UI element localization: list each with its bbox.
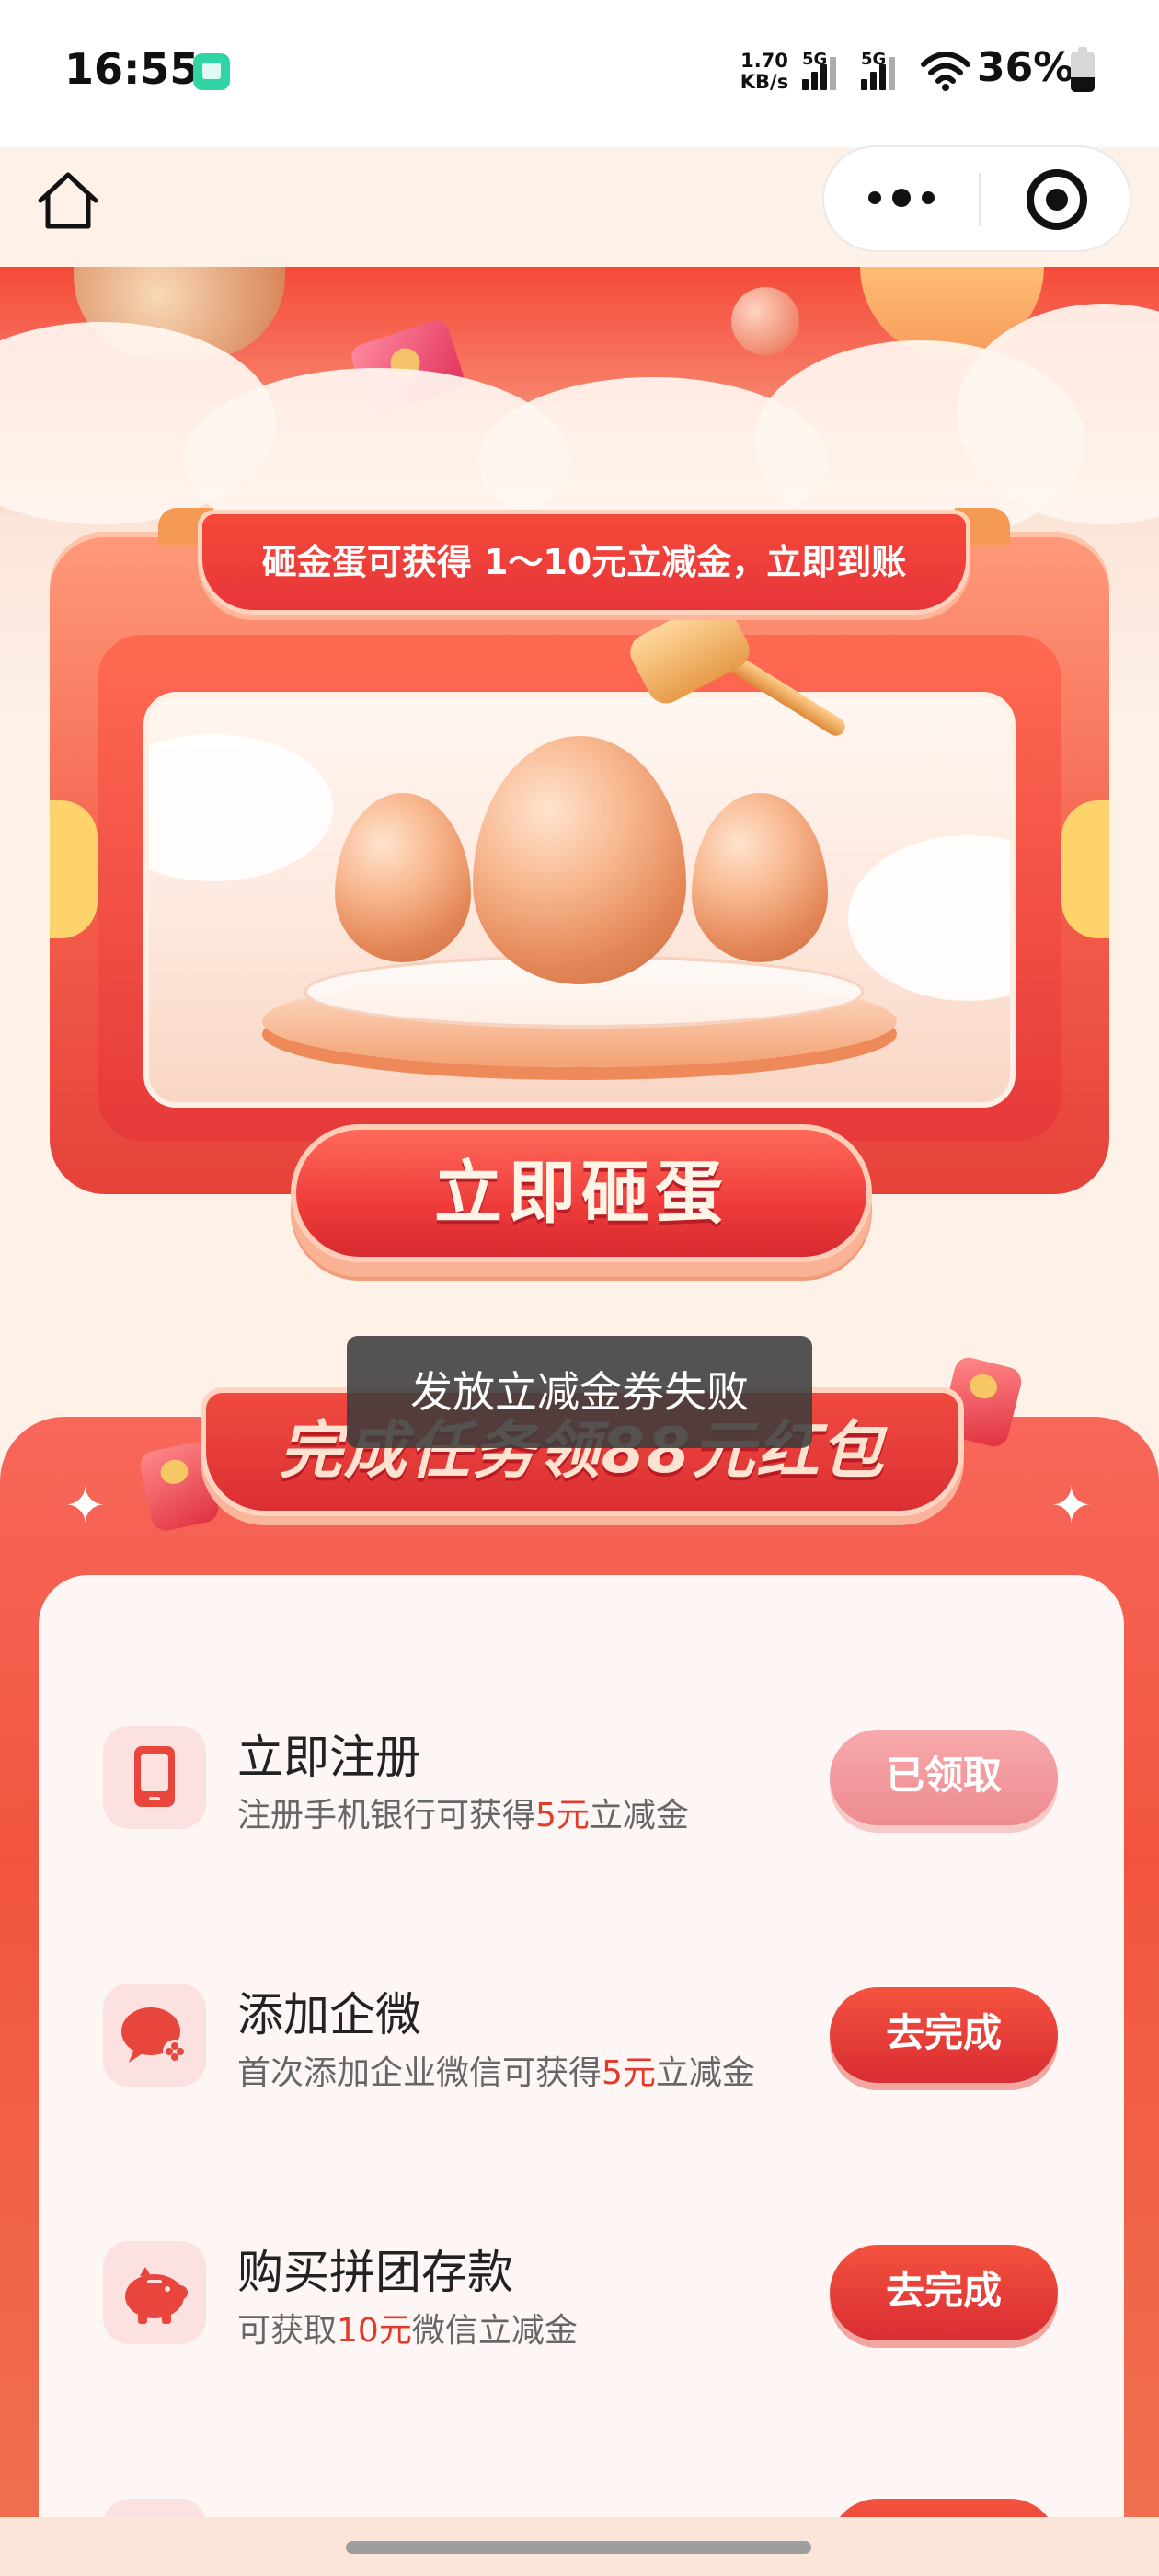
smash-egg-button[interactable]: 立即砸蛋 <box>291 1124 872 1262</box>
task-name: 立即注册 <box>237 1731 421 1784</box>
task-row-register: 立即注册 注册手机银行可获得5元立减金 已领取 <box>39 1708 1124 1855</box>
task-row-group-deposit: 购买拼团存款 可获取10元微信立减金 去完成 <box>39 2223 1124 2370</box>
network-speed-unit: KB/s <box>740 71 789 93</box>
task-name: 添加企微 <box>237 1988 421 2041</box>
capsule-divider <box>979 173 981 226</box>
signal-icon-sim1: 5G <box>802 50 852 92</box>
coin-decoration <box>731 287 799 355</box>
battery-percentage: 36% <box>977 44 1074 91</box>
complete-task-button[interactable]: 去完成 <box>830 2245 1058 2340</box>
complete-task-button-partial[interactable] <box>830 2499 1058 2517</box>
task-row-partial <box>39 2480 1124 2517</box>
network-speed: 1.70 KB/s <box>736 51 793 93</box>
more-dots-icon[interactable] <box>861 171 944 226</box>
status-time: 16:55 <box>64 44 200 94</box>
network-speed-value: 1.70 <box>740 50 788 72</box>
toast-message: 发放立减金券失败 <box>347 1336 812 1448</box>
mini-program-close-icon[interactable] <box>1027 169 1087 230</box>
mini-program-capsule <box>822 145 1131 252</box>
status-bar: 16:55 1.70 KB/s 5G 5G 36% <box>0 0 1159 147</box>
task-description: 可获取10元微信立减金 <box>237 2312 578 2350</box>
task-description: 注册手机银行可获得5元立减金 <box>237 1797 689 1834</box>
page: 16:55 1.70 KB/s 5G 5G 36% 砸金蛋可获得 1～10元立减… <box>0 0 1159 2576</box>
wechat-app-icon <box>193 53 230 90</box>
piggy-bank-icon <box>103 2241 206 2344</box>
prize-banner: 砸金蛋可获得 1～10元立减金，立即到账 <box>198 510 970 615</box>
signal-icon-sim2: 5G <box>861 50 911 92</box>
home-indicator[interactable] <box>346 2541 811 2554</box>
claimed-button[interactable]: 已领取 <box>830 1730 1058 1825</box>
home-icon[interactable] <box>33 166 103 236</box>
bottom-bar <box>0 2517 1159 2576</box>
task-name: 购买拼团存款 <box>237 2246 513 2299</box>
task-row-wecom: 添加企微 首次添加企业微信可获得5元立减金 去完成 <box>39 1965 1124 2112</box>
battery-icon <box>1071 47 1095 92</box>
task-icon-partial <box>103 2499 206 2517</box>
sparkle-icon: ✦ <box>64 1477 107 1535</box>
task-description: 首次添加企业微信可获得5元立减金 <box>237 2054 755 2092</box>
complete-task-button[interactable]: 去完成 <box>830 1987 1058 2083</box>
frame-side-tab-right <box>1061 800 1109 938</box>
prize-banner-text: 砸金蛋可获得 1～10元立减金，立即到账 <box>261 542 907 582</box>
sparkle-icon: ✦ <box>1050 1477 1093 1535</box>
frame-side-tab-left <box>50 800 98 938</box>
wecom-icon <box>103 1984 206 2087</box>
phone-icon <box>103 1726 206 1829</box>
smash-egg-label: 立即砸蛋 <box>434 1154 729 1233</box>
wifi-icon <box>921 52 970 91</box>
